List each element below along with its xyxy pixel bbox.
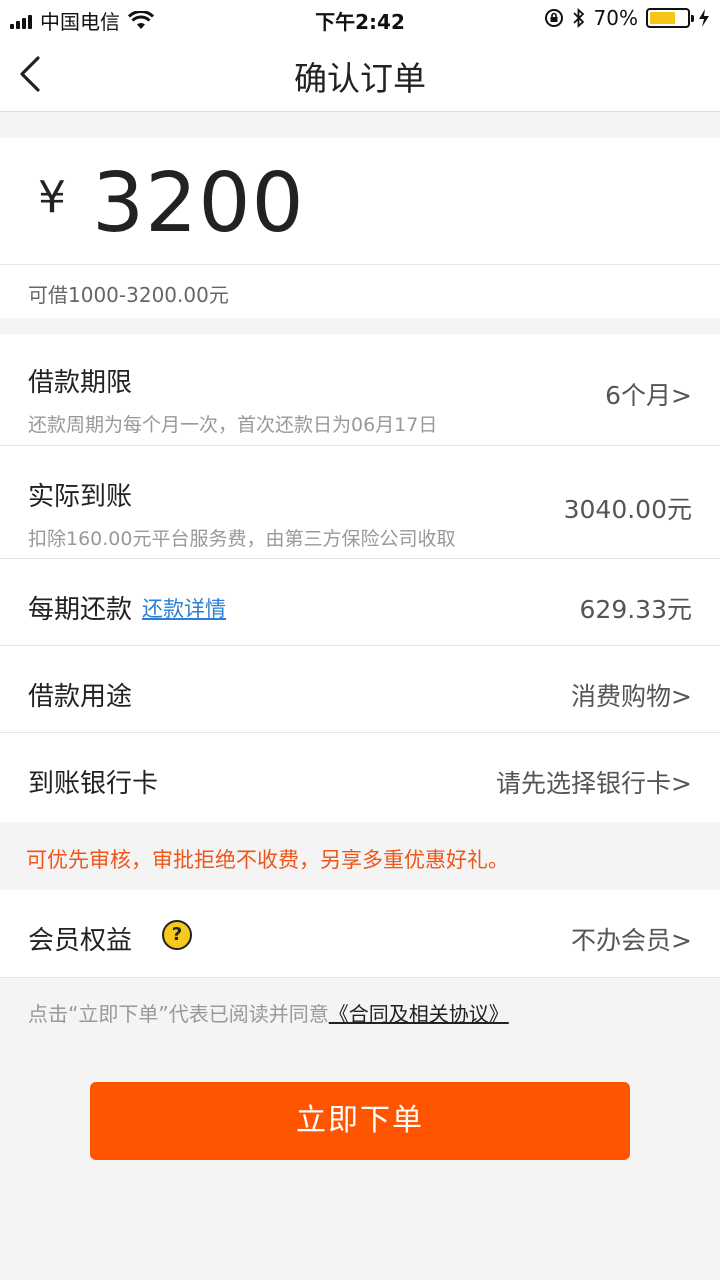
amount-range: 可借1000-3200.00元 (28, 283, 229, 307)
page-title: 确认订单 (294, 59, 426, 98)
status-right: 70% (544, 6, 710, 30)
row-loan-term[interactable]: 借款期限 还款周期为每个月一次，首次还款日为06月17日 6个月> (0, 334, 720, 446)
bluetooth-icon (572, 8, 584, 28)
row-value: 3040.00元 (563, 495, 692, 524)
row-value: 消费购物> (571, 682, 692, 711)
agreement-text: 点击“立即下单”代表已阅读并同意《合同及相关协议》 (28, 998, 509, 1027)
row-installment: 每期还款 还款详情 629.33元 (0, 559, 720, 646)
loan-amount[interactable]: 3200 (92, 156, 305, 251)
row-value: 6个月> (605, 381, 692, 410)
row-label: 实际到账 (28, 482, 133, 512)
nav-bar: 确认订单 (0, 36, 720, 112)
row-value: 请先选择银行卡> (496, 769, 692, 798)
row-label: 借款用途 (28, 682, 133, 712)
row-loan-purpose[interactable]: 借款用途 消费购物> (0, 646, 720, 733)
row-actual-received: 实际到账 扣除160.00元平台服务费，由第三方保险公司收取 3040.00元 (0, 446, 720, 559)
agreement-prefix: 点击“立即下单”代表已阅读并同意 (28, 1002, 329, 1026)
promo-notice: 可优先审核，审批拒绝不收费，另享多重优惠好礼。 (0, 822, 720, 890)
notice-text: 可优先审核，审批拒绝不收费，另享多重优惠好礼。 (26, 848, 509, 872)
status-bar: 中国电信 下午2:42 70% (0, 0, 720, 36)
row-value: 629.33元 (579, 595, 692, 624)
row-membership[interactable]: 会员权益 ? 不办会员> (0, 890, 720, 978)
row-bank-card[interactable]: 到账银行卡 请先选择银行卡> (0, 733, 720, 822)
battery-percent: 70% (593, 6, 638, 30)
row-value: 不办会员> (571, 926, 692, 955)
help-icon[interactable]: ? (162, 920, 192, 950)
amount-range-row: 可借1000-3200.00元 (0, 264, 720, 318)
submit-order-button[interactable]: 立即下单 (90, 1082, 630, 1160)
battery-level (650, 12, 676, 24)
row-label: 每期还款 (28, 595, 133, 625)
row-label: 借款期限 (28, 368, 133, 398)
row-label: 到账银行卡 (28, 769, 159, 799)
row-subtext: 还款周期为每个月一次，首次还款日为06月17日 (28, 414, 438, 436)
battery-icon (646, 8, 694, 28)
rotation-lock-icon (544, 9, 563, 27)
contract-link[interactable]: 《合同及相关协议》 (329, 1002, 509, 1026)
repayment-details-link[interactable]: 还款详情 (142, 593, 226, 623)
currency-symbol: ¥ (38, 172, 66, 223)
amount-card: ¥ 3200 可借1000-3200.00元 (0, 138, 720, 318)
row-subtext: 扣除160.00元平台服务费，由第三方保险公司收取 (28, 528, 456, 550)
row-label: 会员权益 (28, 926, 133, 956)
charging-icon (699, 9, 709, 27)
